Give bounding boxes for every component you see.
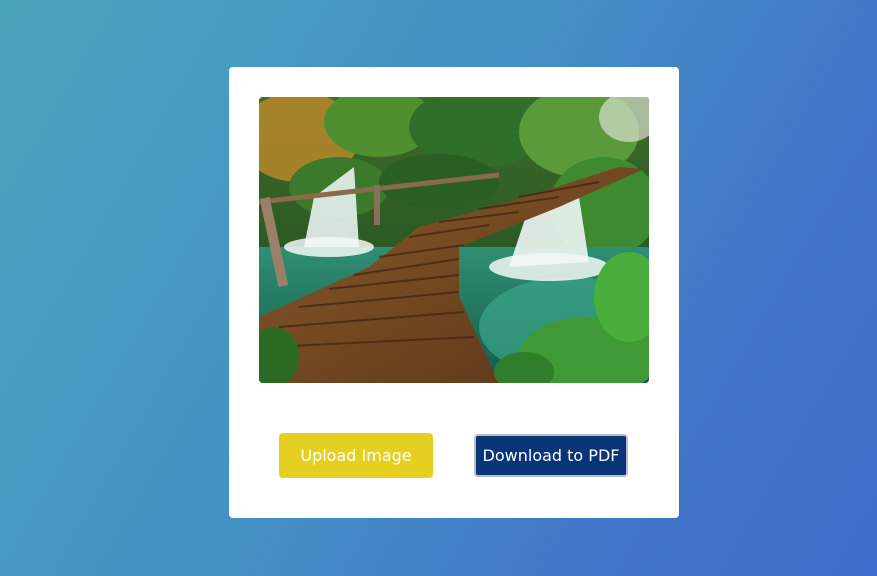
preview-image: [259, 97, 649, 383]
download-pdf-button[interactable]: Download to PDF: [474, 434, 628, 477]
waterfall-boardwalk-photo: [259, 97, 649, 383]
upload-image-button[interactable]: Upload Image: [279, 433, 433, 478]
upload-card: Upload Image Download to PDF: [229, 67, 679, 518]
